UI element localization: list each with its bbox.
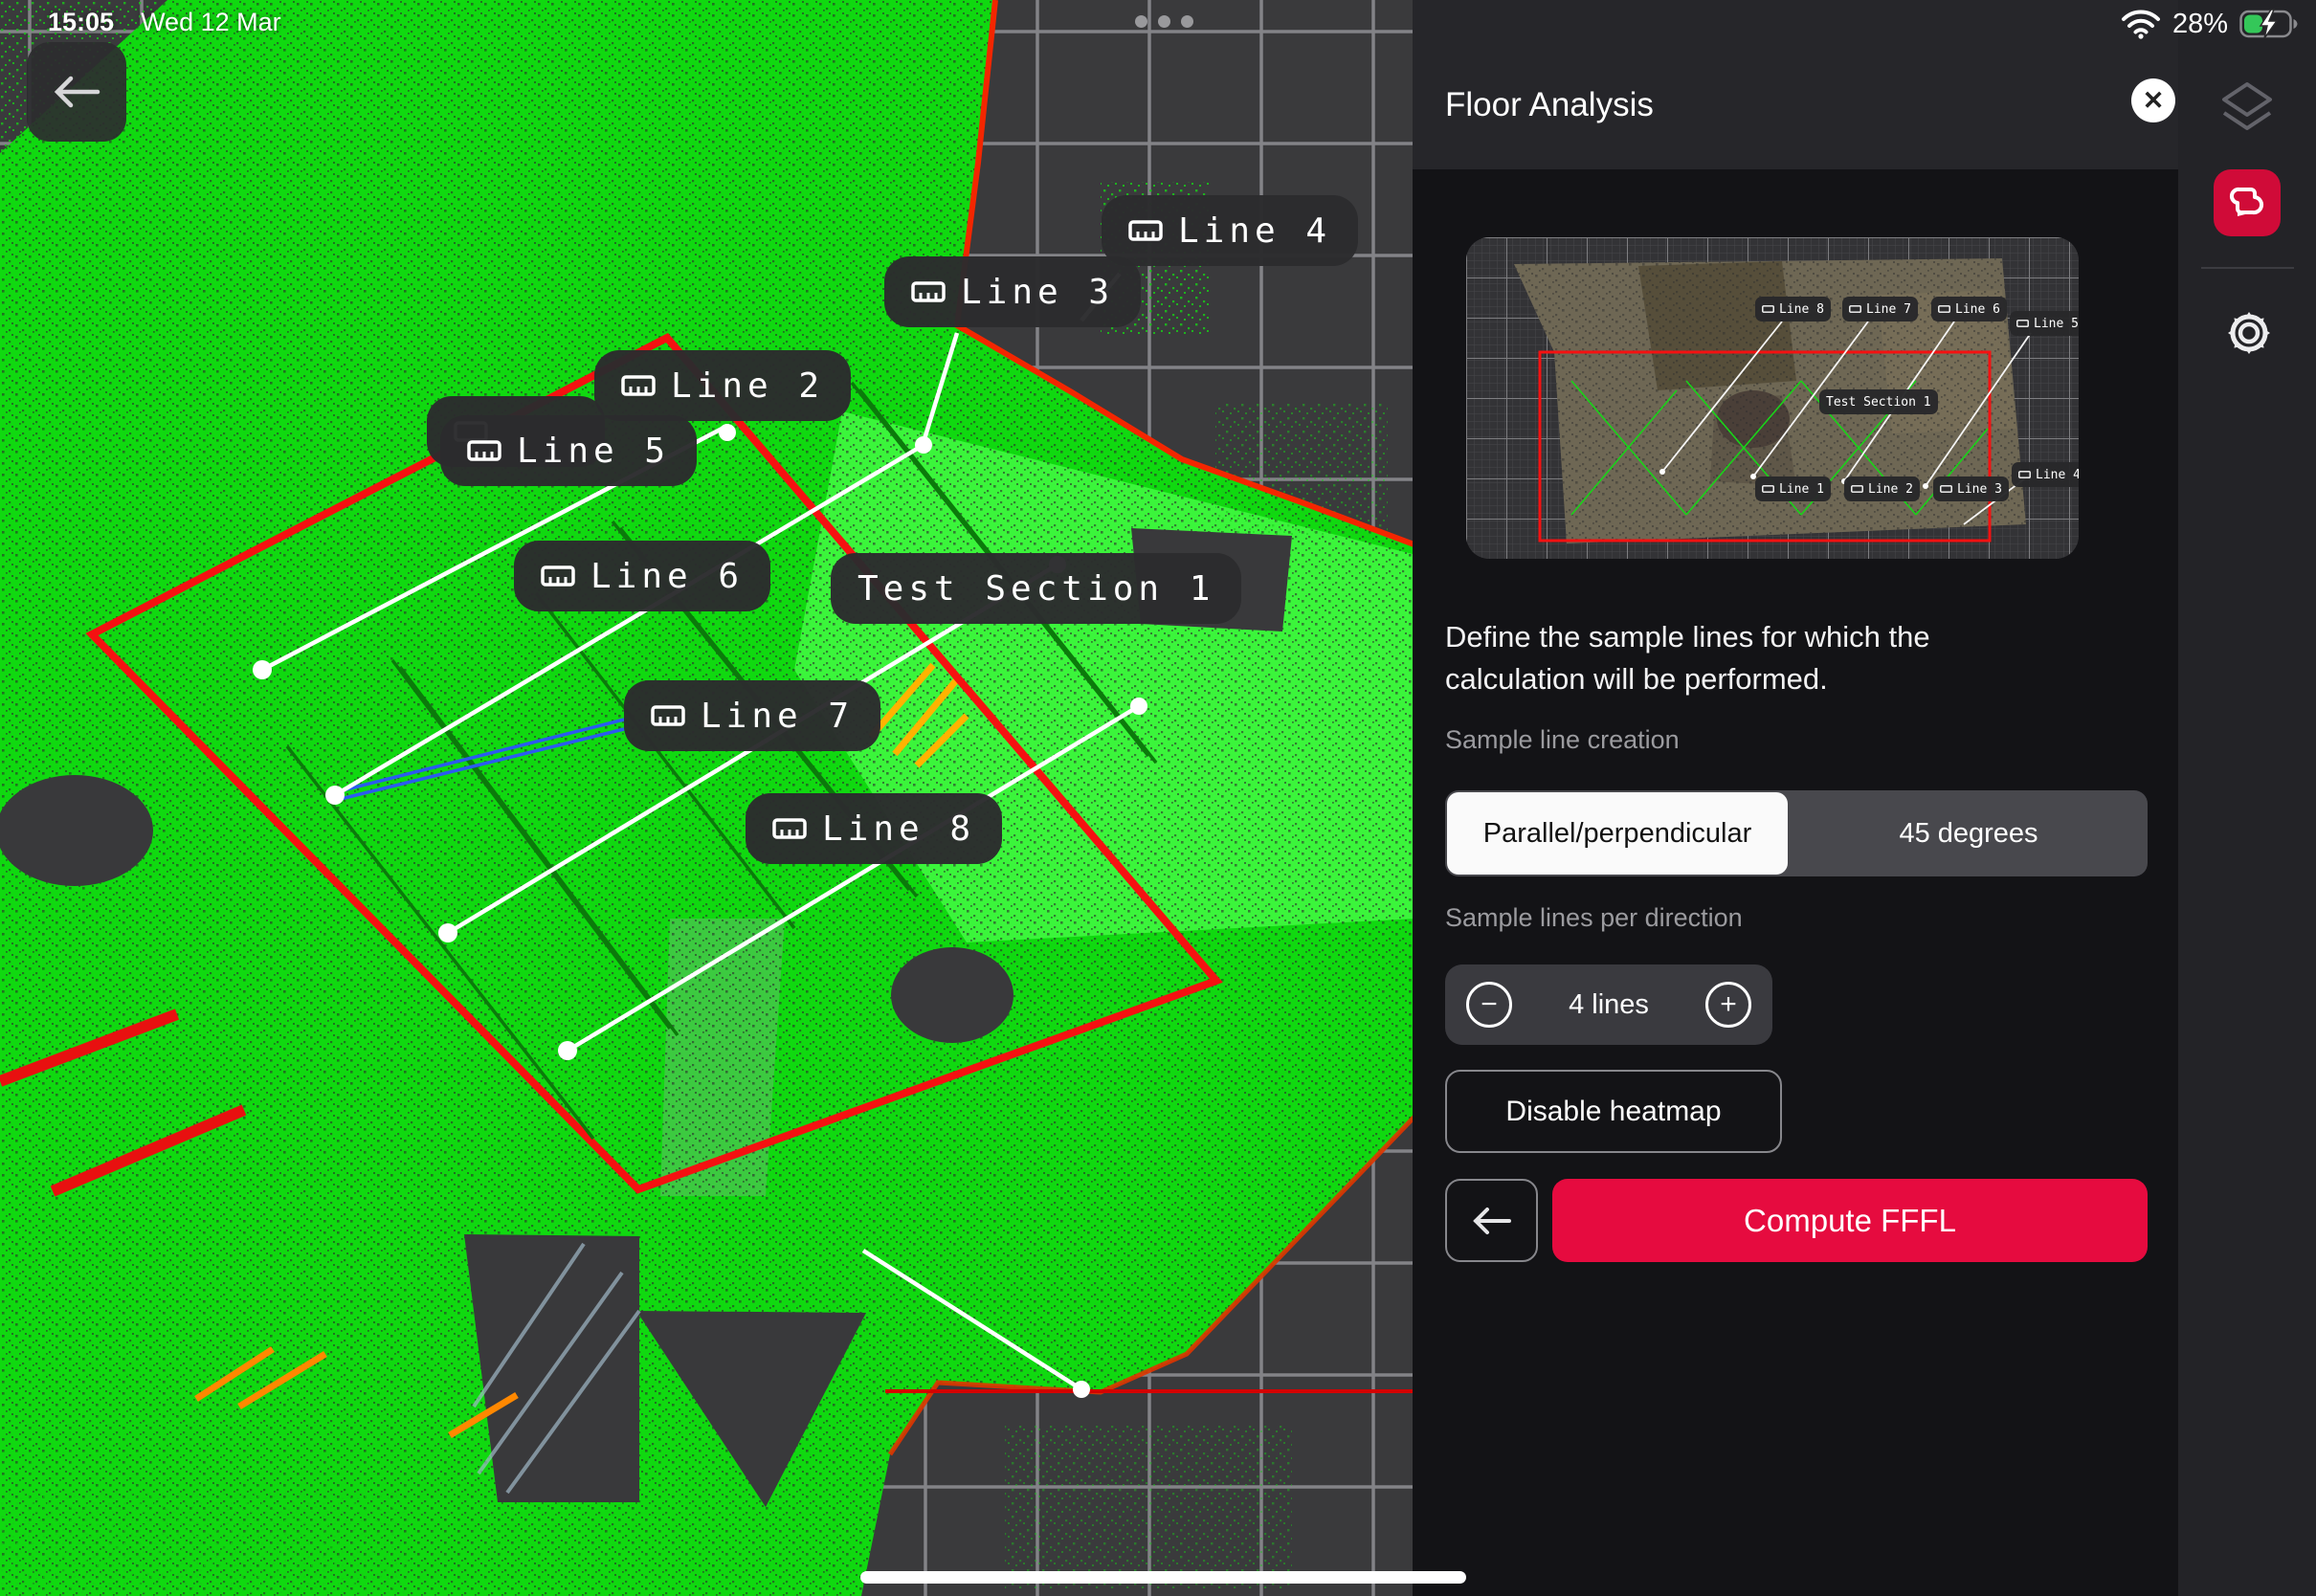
map-back-button[interactable] (27, 42, 126, 142)
battery-percent: 28% (2172, 9, 2228, 40)
thumb-line-2-label: Line 2 (1844, 477, 1920, 501)
thumb-line-5-label: Line 5 (2010, 311, 2079, 336)
test-section-1-label[interactable]: Test Section 1 (831, 553, 1241, 624)
thumb-line-4-label: Line 4 (2012, 462, 2079, 487)
status-indicators: 28% (2121, 8, 2299, 40)
line-7-label-text: Line 7 (701, 697, 854, 736)
settings-button[interactable] (2222, 306, 2276, 360)
wifi-icon (2121, 9, 2161, 39)
ruler-icon (2016, 320, 2029, 327)
back-arrow-icon (1471, 1205, 1513, 1237)
lines-stepper: − 4 lines + (1445, 964, 1772, 1045)
tool-rail (2178, 0, 2316, 1596)
status-time: 15:05 (48, 8, 114, 36)
disable-heatmap-button[interactable]: Disable heatmap (1445, 1070, 1782, 1153)
ruler-icon (541, 565, 575, 587)
multitasking-dots-icon[interactable] (1135, 15, 1193, 28)
layers-button[interactable] (2220, 80, 2274, 144)
panel-description: Define the sample lines for which the ca… (1445, 616, 2077, 700)
stepper-plus-button[interactable]: + (1705, 982, 1751, 1028)
line-6-label-text: Line 6 (590, 557, 744, 596)
line-7-label[interactable]: Line 7 (624, 680, 880, 751)
home-indicator[interactable] (860, 1571, 1466, 1584)
ruler-icon (911, 281, 946, 302)
thumb-line-8-label: Line 8 (1755, 297, 1831, 321)
line-5-label-text: Line 5 (517, 432, 670, 471)
status-date: Wed 12 Mar (141, 8, 281, 36)
line-2-label-text: Line 2 (671, 366, 824, 406)
floor-analysis-panel: Floor Analysis ✕ (1413, 0, 2178, 1596)
ruler-icon (651, 705, 685, 726)
battery-charging-icon (2239, 8, 2299, 40)
line-2-label[interactable]: Line 2 (594, 350, 851, 421)
line-4-label-text: Line 4 (1178, 211, 1331, 251)
ruler-icon (2018, 471, 2031, 478)
layers-icon (2220, 80, 2274, 140)
back-arrow-icon (52, 73, 101, 111)
ruler-icon (621, 375, 656, 396)
ruler-icon (1851, 485, 1863, 493)
ruler-icon (467, 440, 501, 461)
floor-thumbnail[interactable]: Line 8 Line 7 Line 6 Line 5 Test Section… (1466, 237, 2079, 559)
segment-45-degrees[interactable]: 45 degrees (1790, 790, 2148, 876)
panel-title: Floor Analysis (1445, 86, 1654, 124)
status-time-date: 15:05 Wed 12 Mar (48, 8, 281, 37)
ruler-icon (1762, 305, 1774, 313)
ruler-icon (772, 818, 807, 839)
close-icon: ✕ (2143, 86, 2165, 116)
ruler-icon (1128, 220, 1163, 241)
thumb-test-section-label: Test Section 1 (1819, 389, 1938, 414)
sample-line-creation-segmented-control: Parallel/perpendicular 45 degrees (1445, 790, 2148, 876)
rail-divider (2201, 267, 2294, 269)
thumb-line-7-label: Line 7 (1842, 297, 1918, 321)
stepper-minus-button[interactable]: − (1466, 982, 1512, 1028)
line-5-label[interactable]: Line 5 (440, 415, 697, 486)
line-3-label[interactable]: Line 3 (884, 256, 1141, 327)
line-3-label-text: Line 3 (961, 273, 1114, 312)
test-section-1-label-text: Test Section 1 (857, 569, 1214, 609)
sample-line-creation-label: Sample line creation (1445, 725, 1680, 755)
point-cloud-viewport[interactable]: Line 4 Line 3 Line 2 Line 5 Line 6 Test … (0, 0, 1416, 1596)
sample-lines-per-direction-label: Sample lines per direction (1445, 903, 1743, 933)
gear-icon (2222, 306, 2276, 360)
segment-parallel-perpendicular[interactable]: Parallel/perpendicular (1447, 792, 1788, 875)
ruler-icon (1762, 485, 1774, 493)
line-8-label-text: Line 8 (822, 809, 975, 849)
thumb-line-3-label: Line 3 (1933, 477, 2009, 501)
thumb-line-6-label: Line 6 (1931, 297, 2007, 321)
line-6-label[interactable]: Line 6 (514, 541, 770, 611)
ruler-icon (1849, 305, 1861, 313)
close-panel-button[interactable]: ✕ (2131, 78, 2175, 122)
floor-analysis-tool-button[interactable] (2214, 169, 2281, 236)
stepper-value: 4 lines (1569, 989, 1649, 1021)
panel-back-button[interactable] (1445, 1179, 1538, 1262)
thumbnail-scene (1466, 237, 2079, 559)
line-8-label[interactable]: Line 8 (746, 793, 1002, 864)
thumb-line-1-label: Line 1 (1755, 477, 1831, 501)
ruler-icon (1940, 485, 1952, 493)
app-screen: Line 4 Line 3 Line 2 Line 5 Line 6 Test … (0, 0, 2316, 1596)
compute-fffl-button[interactable]: Compute FFFL (1552, 1179, 2148, 1262)
floor-area-icon (2226, 182, 2268, 224)
ruler-icon (1938, 305, 1950, 313)
panel-header: Floor Analysis ✕ (1413, 0, 2178, 169)
line-4-label[interactable]: Line 4 (1102, 195, 1358, 266)
